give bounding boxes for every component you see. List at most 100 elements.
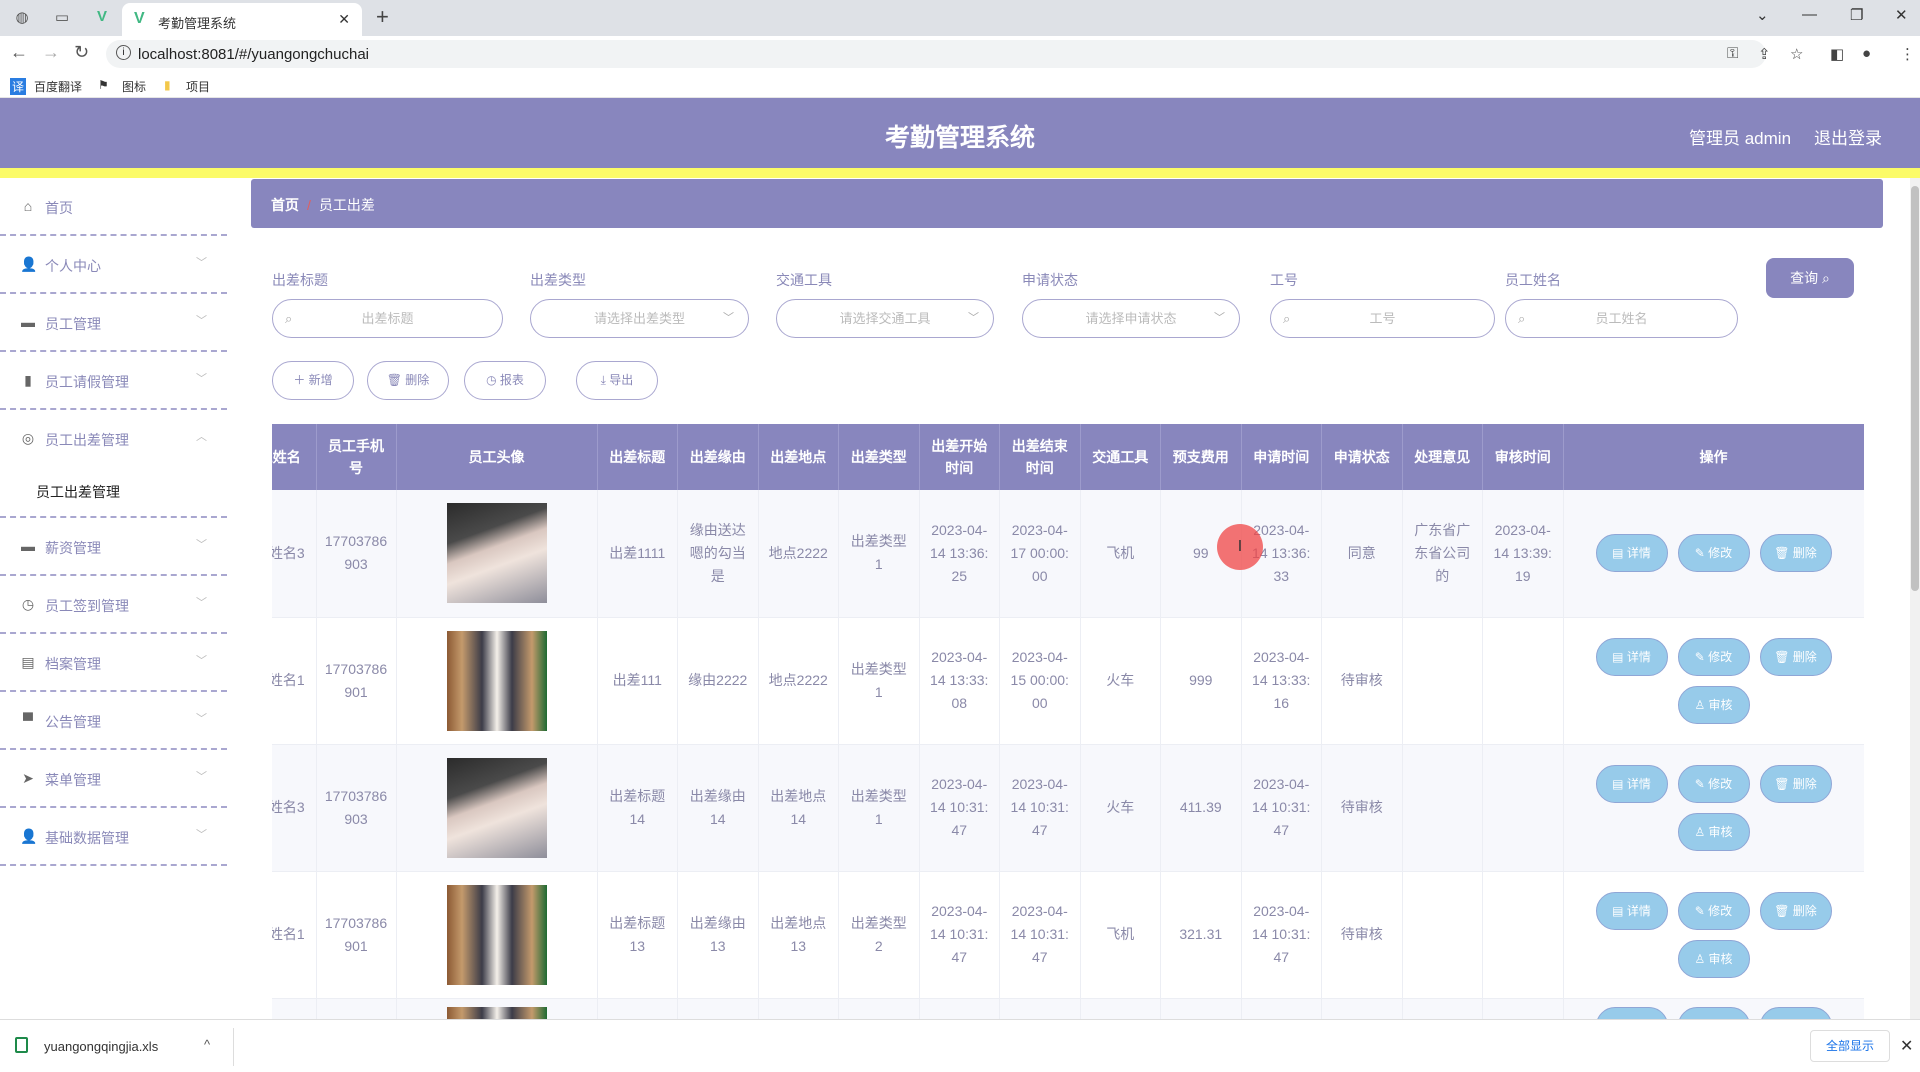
lifebuoy-icon: ◎ <box>21 430 35 446</box>
audit-button[interactable]: ♙ 审核 <box>1677 939 1750 978</box>
filter-input[interactable]: 请选择交通工具 ﹀ <box>776 299 994 338</box>
tab-title: 考勤管理系统 <box>158 16 237 31</box>
breadcrumb-separator: / <box>307 197 311 213</box>
chevron-down-icon: ﹀ <box>968 312 979 324</box>
sidebar-item[interactable]: ⌂ 首页 <box>0 178 227 236</box>
sidebar-item[interactable]: 👤 基础数据管理 ﹀ <box>0 808 227 866</box>
bookmark[interactable]: 项目 <box>186 78 210 95</box>
detail-button[interactable]: ▤ 详情 <box>1595 891 1668 930</box>
edit-button[interactable]: ✎ 修改 <box>1677 764 1750 803</box>
sidebar-item-label: 菜单管理 <box>45 772 101 788</box>
add-button[interactable]: ＋ 新增 <box>272 361 354 400</box>
row-delete-button[interactable]: 🗑 删除 <box>1759 534 1832 573</box>
sidebar-item[interactable]: ▤ 档案管理 ﹀ <box>0 634 227 692</box>
sidebar-item[interactable]: ◎ 员工出差管理 ︿ <box>0 410 227 468</box>
table-cell: 321.31 <box>1160 871 1242 999</box>
row-delete-button[interactable]: 🗑 删除 <box>1759 891 1832 930</box>
table-row: 员工姓名317703786903出差标题14出差缘由14出差地点14出差类型12… <box>272 744 1864 872</box>
sidebar-item[interactable]: ▬ 薪资管理 ﹀ <box>0 518 227 576</box>
current-user: 管理员 admin <box>1689 129 1792 148</box>
sidebar-item[interactable]: ▀ 公告管理 ﹀ <box>0 692 227 750</box>
report-button[interactable]: ◷ 报表 <box>464 361 546 400</box>
edit-button[interactable]: ✎ 修改 <box>1677 637 1750 676</box>
show-all-button[interactable]: 全部显示 <box>1810 1030 1890 1062</box>
sidebar: ⌂ 首页 👤 个人中心 ﹀ ▬ 员工管理 ﹀ ▮ 员工请假管理 ﹀ ◎ 员工出差管理 ︿ 员工出差管理 ▬ 薪资… <box>0 178 227 866</box>
column-header: 出差结束时间 <box>999 424 1081 490</box>
sidebar-item[interactable]: ▬ 员工管理 ﹀ <box>0 294 227 352</box>
table-cell: 地点2222 <box>758 490 839 618</box>
audit-button[interactable]: ♙ 审核 <box>1677 812 1750 851</box>
avatar[interactable] <box>446 757 547 858</box>
scrollbar[interactable] <box>1910 178 1920 1019</box>
menu-icon[interactable]: ⋮ <box>1900 45 1915 63</box>
filter-label: 员工姓名 <box>1505 272 1561 288</box>
bookmark[interactable]: 图标 <box>122 78 146 95</box>
minimize-icon[interactable]: — <box>1802 6 1817 23</box>
table-cell: 缘由送达嗯的勾当是 <box>677 490 759 618</box>
filter-input[interactable]: ⌕ 员工姓名 <box>1505 299 1738 338</box>
logout-link[interactable]: 退出登录 <box>1814 124 1882 149</box>
info-icon[interactable]: i <box>116 45 131 60</box>
sidepanel-icon[interactable]: ◧ <box>1830 45 1844 63</box>
sidebar-subitem[interactable]: 员工出差管理 <box>0 468 227 518</box>
detail-button[interactable]: ▤ 详情 <box>1595 637 1668 676</box>
reload-icon[interactable]: ↻ <box>74 42 89 63</box>
share-icon[interactable]: ⇪ <box>1758 45 1771 63</box>
row-delete-button[interactable]: 🗑 删除 <box>1759 764 1832 803</box>
chevron-up-icon[interactable]: ^ <box>204 1037 210 1052</box>
send-icon: ➤ <box>22 770 34 786</box>
filter-input[interactable]: ⌕ 出差标题 <box>272 299 503 338</box>
avatar[interactable] <box>446 630 547 731</box>
edit-button[interactable]: ✎ 修改 <box>1677 534 1750 573</box>
delete-button[interactable]: 🗑 删除 <box>367 361 449 400</box>
sidebar-item-label: 档案管理 <box>45 656 101 672</box>
app-title: 考勤管理系统 <box>884 124 1035 152</box>
vue-icon: V <box>134 10 145 27</box>
close-window-icon[interactable]: ✕ <box>1895 6 1908 24</box>
close-icon[interactable]: ✕ <box>1900 1036 1913 1056</box>
table-cell: 出差缘由14 <box>677 744 759 872</box>
column-header: 出差地点 <box>758 424 839 490</box>
avatar[interactable] <box>446 884 547 985</box>
back-icon[interactable]: ← <box>10 42 28 63</box>
detail-button[interactable]: ▤ 详情 <box>1595 764 1668 803</box>
close-tab-icon[interactable]: ✕ <box>338 11 350 28</box>
edit-button[interactable]: ✎ 修改 <box>1677 891 1750 930</box>
row-delete-button[interactable]: 🗑 删除 <box>1759 637 1832 676</box>
profile-icon[interactable]: ● <box>1862 45 1871 62</box>
filter-input[interactable]: 请选择申请状态 ﹀ <box>1022 299 1240 338</box>
star-icon[interactable]: ☆ <box>1790 45 1803 63</box>
active-tab[interactable]: V 考勤管理系统 ✕ <box>122 3 362 36</box>
sidebar-item-label: 员工管理 <box>45 316 101 332</box>
sidebar-item[interactable]: ▮ 员工请假管理 ﹀ <box>0 352 227 410</box>
bookmark[interactable]: 百度翻译 <box>34 78 82 95</box>
filter-input[interactable]: 请选择出差类型 ﹀ <box>530 299 749 338</box>
avatar[interactable] <box>446 503 547 604</box>
url-input[interactable]: i localhost:8081/#/yuangongchuchai <box>106 40 1766 68</box>
breadcrumb-home[interactable]: 首页 <box>271 197 299 213</box>
vue-icon[interactable]: V <box>92 8 112 28</box>
detail-button[interactable]: ▤ 详情 <box>1595 534 1668 573</box>
sidebar-item-label: 员工出差管理 <box>45 432 129 448</box>
new-tab-icon[interactable]: + <box>376 4 389 30</box>
filter-label: 交通工具 <box>776 272 832 288</box>
scrollbar-thumb[interactable] <box>1911 186 1919 591</box>
chevron-down-icon: ﹀ <box>196 771 207 783</box>
sidebar-item[interactable]: ➤ 菜单管理 ﹀ <box>0 750 227 808</box>
download-file[interactable]: yuangongqingjia.xls <box>44 1039 158 1054</box>
restore-icon[interactable]: ❐ <box>1850 6 1863 24</box>
page-icon[interactable]: ▭ <box>52 8 72 28</box>
audit-button[interactable]: ♙ 审核 <box>1677 685 1750 724</box>
export-button[interactable]: ⤓ 导出 <box>576 361 658 400</box>
query-button[interactable]: 查询 ⌕ <box>1766 258 1854 298</box>
sidebar-item[interactable]: 👤 个人中心 ﹀ <box>0 236 227 294</box>
tab-search-icon[interactable]: ⌄ <box>1756 6 1769 24</box>
table-cell: 广东省广东省公司的 <box>1402 490 1483 618</box>
divider <box>233 1028 234 1066</box>
key-icon[interactable]: ⚿ <box>1727 45 1738 62</box>
sidebar-item[interactable]: ◷ 员工签到管理 ﹀ <box>0 576 227 634</box>
globe-icon[interactable]: ◍ <box>12 8 32 28</box>
forward-icon[interactable]: → <box>42 42 60 63</box>
filter-input[interactable]: ⌕ 工号 <box>1270 299 1495 338</box>
download-bar: yuangongqingjia.xls ^ 全部显示 ✕ <box>0 1019 1920 1072</box>
